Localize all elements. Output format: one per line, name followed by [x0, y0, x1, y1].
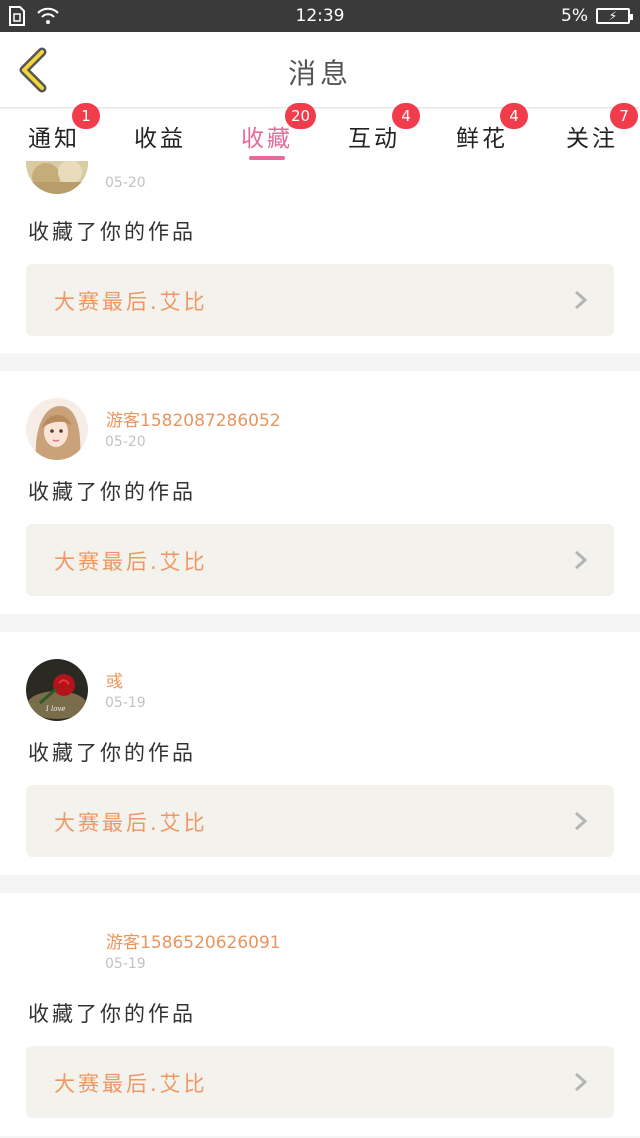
chevron-right-icon [575, 550, 588, 570]
tab-bar: 通知 1 收益 收藏 20 互动 4 鲜花 4 关注 7 [0, 103, 640, 161]
message-date: 05-19 [105, 695, 146, 711]
message-action: 收藏了你的作品 [28, 741, 196, 765]
tab-label: 互动 [348, 126, 400, 152]
tab-badge: 20 [285, 103, 317, 129]
message-date: 05-20 [105, 434, 146, 450]
tab-earnings[interactable]: 收益 [106, 109, 213, 161]
avatar-image: I love [26, 659, 88, 721]
avatar[interactable] [26, 161, 88, 194]
chevron-right-icon [575, 290, 588, 310]
tab-favorites[interactable]: 收藏 20 [213, 103, 320, 161]
tab-follows[interactable]: 关注 7 [534, 103, 640, 161]
chevron-right-icon [575, 811, 588, 831]
message-date: 05-20 [105, 175, 146, 191]
tab-badge: 7 [610, 103, 638, 129]
tab-label: 鲜花 [456, 126, 508, 152]
work-title: 大赛最后.艾比 [54, 550, 208, 574]
avatar[interactable] [26, 920, 88, 982]
username[interactable]: 游客1586520626091 [106, 928, 281, 953]
chevron-right-icon [575, 1072, 588, 1092]
tab-label: 关注 [566, 126, 618, 152]
tab-flowers[interactable]: 鲜花 4 [427, 103, 534, 161]
page-title: 消息 [287, 57, 352, 90]
work-title: 大赛最后.艾比 [54, 811, 208, 835]
message-card: 游客1582087286052 05-20 收藏了你的作品 大赛最后.艾比 [0, 371, 640, 614]
message-card: 游客1586520626091 05-19 收藏了你的作品 大赛最后.艾比 [0, 893, 640, 1136]
work-link[interactable]: 大赛最后.艾比 [26, 264, 614, 336]
work-link[interactable]: 大赛最后.艾比 [26, 1046, 614, 1118]
tab-active-indicator [249, 156, 285, 160]
username[interactable]: 彧 [106, 667, 123, 692]
message-date: 05-19 [105, 956, 146, 972]
work-link[interactable]: 大赛最后.艾比 [26, 785, 614, 857]
avatar-image [26, 161, 88, 194]
message-action: 收藏了你的作品 [28, 1002, 196, 1026]
message-action: 收藏了你的作品 [28, 480, 196, 504]
message-card: I love 彧 05-19 收藏了你的作品 大赛最后.艾比 [0, 632, 640, 875]
status-time: 12:39 [295, 6, 345, 26]
tab-label: 收益 [134, 126, 186, 152]
battery-percent: 5% [561, 6, 588, 26]
message-list: 05-20 收藏了你的作品 大赛最后.艾比 游客1582087286052 05… [0, 161, 640, 1138]
tab-badge: 4 [500, 103, 528, 129]
username[interactable]: 游客1582087286052 [106, 406, 281, 431]
work-title: 大赛最后.艾比 [54, 1072, 208, 1096]
battery-icon: ⚡ [596, 8, 633, 24]
avatar[interactable]: I love [26, 659, 88, 721]
tab-badge: 4 [392, 103, 420, 129]
tab-label: 收藏 [241, 126, 293, 152]
app-header: 消息 [0, 32, 640, 108]
work-link[interactable]: 大赛最后.艾比 [26, 524, 614, 596]
message-card: 05-20 收藏了你的作品 大赛最后.艾比 [0, 161, 640, 353]
work-title: 大赛最后.艾比 [54, 290, 208, 314]
message-action: 收藏了你的作品 [28, 220, 196, 244]
status-bar: 12:39 5% ⚡ [0, 0, 640, 32]
status-right-icons: 5% ⚡ [561, 6, 633, 26]
avatar[interactable] [26, 398, 88, 460]
tab-label: 通知 [28, 126, 80, 152]
tab-notifications[interactable]: 通知 1 [0, 103, 106, 161]
svg-text:I love: I love [45, 705, 66, 713]
avatar-image [26, 398, 88, 460]
tab-badge: 1 [72, 103, 100, 129]
tab-interactions[interactable]: 互动 4 [320, 103, 427, 161]
